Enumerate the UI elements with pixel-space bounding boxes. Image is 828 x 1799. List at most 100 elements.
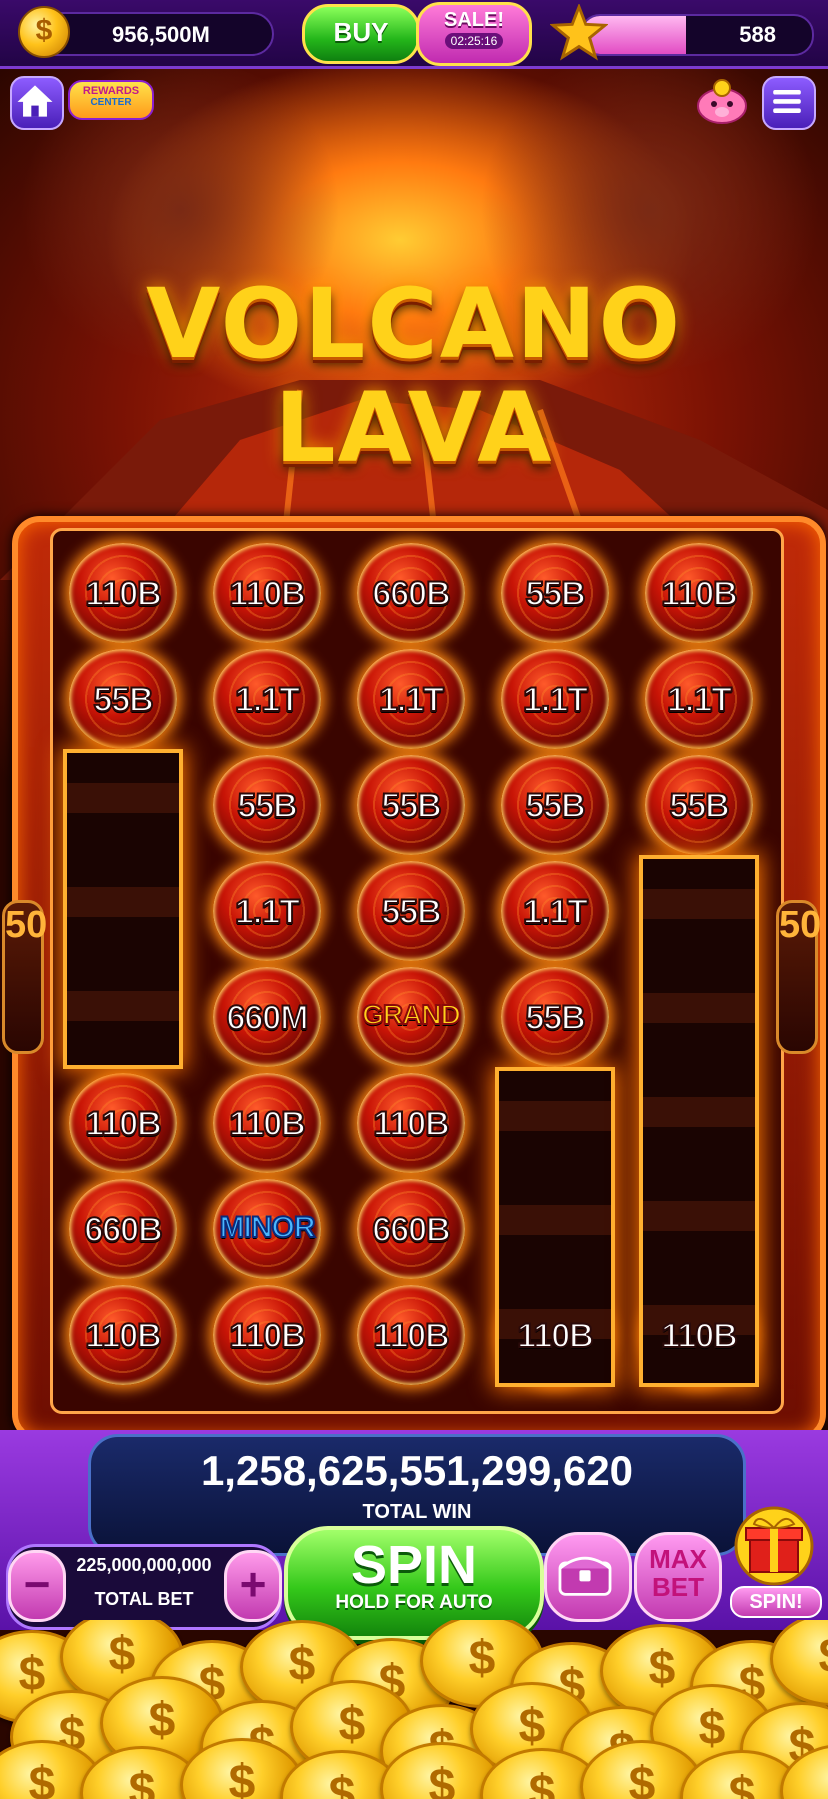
symbol-value: 55B <box>524 786 586 826</box>
reel-symbol: 1.1T <box>349 647 473 751</box>
gift-spin-button[interactable]: SPIN! <box>728 1506 822 1618</box>
reel-symbol: 110B <box>349 1283 473 1387</box>
gift-icon <box>734 1506 814 1586</box>
max-bet-line1: MAX <box>649 1544 707 1574</box>
symbol-value: 110B <box>228 1316 306 1356</box>
symbol-value: 110B <box>84 1316 162 1356</box>
coin-icon: $ <box>18 6 70 58</box>
gold-coin-pile: $$$$$$$$$$$$$$$$$$$$$$$$$$$$ <box>0 1620 828 1799</box>
balance-value: 956,500M <box>112 22 210 47</box>
max-bet-line2: BET <box>652 1572 704 1602</box>
reel-symbol: 1.1T <box>205 647 329 751</box>
reel-symbol: 55B <box>349 859 473 963</box>
star-icon <box>550 4 608 61</box>
total-bet-value: 225,000,000,000 <box>76 1555 212 1575</box>
menu-button[interactable] <box>762 76 816 130</box>
spin-sublabel: HOLD FOR AUTO <box>335 1592 493 1613</box>
home-button[interactable] <box>10 76 64 130</box>
symbol-value: 110B <box>372 1104 450 1144</box>
total-win-value: 1,258,625,551,299,620 <box>200 1447 634 1494</box>
reel-symbol: 55B <box>493 541 617 645</box>
right-multiplier-value: 50 <box>779 904 822 946</box>
game-title-line2: LAVA <box>274 372 554 484</box>
sale-button[interactable]: SALE! 02:25:16 <box>416 2 532 66</box>
reel-symbol: 1.1T <box>205 859 329 963</box>
symbol-value: 110B <box>660 1316 738 1356</box>
reel-symbol: 660B <box>61 1177 185 1281</box>
decrease-bet-button[interactable]: − <box>8 1550 66 1622</box>
symbol-value: 1.1T <box>378 680 445 720</box>
reel-symbol: 110B <box>349 1071 473 1175</box>
chest-button[interactable] <box>544 1532 632 1622</box>
reel-symbol: 1.1T <box>637 647 761 751</box>
symbol-value: 55B <box>380 786 442 826</box>
spinning-reel-block <box>643 859 755 1383</box>
symbol-value: 660M <box>225 998 309 1038</box>
left-multiplier-value: 50 <box>5 904 48 946</box>
reel-symbol: 660B <box>349 541 473 645</box>
piggy-bank-button[interactable] <box>692 74 752 128</box>
reel-symbol: 110B <box>205 1283 329 1387</box>
reel-symbol: 110B <box>637 541 761 645</box>
symbol-value: 55B <box>668 786 730 826</box>
symbol-value: 1.1T <box>234 892 301 932</box>
reel-symbol: 55B <box>637 753 761 857</box>
symbol-value: 55B <box>92 680 154 720</box>
reel-symbol: 660B <box>349 1177 473 1281</box>
buy-button[interactable]: BUY <box>302 4 420 64</box>
symbol-value: 1.1T <box>234 680 301 720</box>
total-win-label: TOTAL WIN <box>362 1501 472 1523</box>
symbol-value: MINOR <box>219 1210 317 1245</box>
reel-symbol: 55B <box>61 647 185 751</box>
symbol-value: 1.1T <box>666 680 733 720</box>
spin-label: SPIN <box>350 1535 478 1595</box>
symbol-value: 110B <box>660 574 738 614</box>
max-bet-button[interactable]: MAX BET <box>634 1532 722 1622</box>
reel-symbol: 55B <box>493 753 617 857</box>
piggy-bank-icon <box>697 79 747 124</box>
level-value: 588 <box>739 22 776 47</box>
reel-symbol: 110B <box>205 541 329 645</box>
symbol-value: 110B <box>84 1104 162 1144</box>
symbol-value: 110B <box>372 1316 450 1356</box>
sale-timer: 02:25:16 <box>444 33 504 49</box>
symbol-value: 1.1T <box>522 892 589 932</box>
level-progress-bar: 588 <box>580 14 814 56</box>
left-multiplier: 50 <box>2 900 48 1054</box>
reel-grid: 110B 55B 110B 660B 110B 110B 1.1T 55B 1.1T 660M 11… <box>50 528 784 1414</box>
symbol-value: 55B <box>236 786 298 826</box>
reel-symbol: 55B <box>205 753 329 857</box>
rewards-center-label: CENTER <box>90 97 132 108</box>
gift-spin-label: SPIN! <box>730 1586 822 1618</box>
symbol-value: 110B <box>228 574 306 614</box>
symbol-value: 55B <box>524 998 586 1038</box>
spinning-reel-block <box>67 753 179 1065</box>
symbol-value: 110B <box>228 1104 306 1144</box>
total-bet-label: TOTAL BET <box>94 1589 194 1609</box>
home-icon <box>17 85 53 117</box>
reel-symbol: 110B <box>61 1071 185 1175</box>
symbol-value: 55B <box>380 892 442 932</box>
reel-symbol: 660M <box>205 965 329 1069</box>
symbol-value: 55B <box>524 574 586 614</box>
reel-symbol: MINOR <box>205 1177 329 1281</box>
reel-symbol: GRAND <box>349 965 473 1069</box>
menu-icon <box>773 89 801 113</box>
right-multiplier: 50 <box>776 900 822 1054</box>
reel-symbol: 110B <box>61 1283 185 1387</box>
reel-symbol: 55B <box>493 965 617 1069</box>
symbol-value: 660B <box>83 1210 163 1250</box>
game-title-line1: VOLCANO <box>145 268 683 380</box>
rewards-label: REWARDS <box>82 85 140 97</box>
rewards-center-button[interactable]: REWARDS CENTER <box>68 80 154 120</box>
symbol-value: 1.1T <box>522 680 589 720</box>
reel-symbol: 55B <box>349 753 473 857</box>
symbol-value: GRAND <box>361 998 462 1031</box>
symbol-value: 110B <box>84 574 162 614</box>
reel-symbol: 1.1T <box>493 647 617 751</box>
symbol-value: 660B <box>371 574 451 614</box>
reel-symbol: 110B <box>61 541 185 645</box>
increase-bet-button[interactable]: + <box>224 1550 282 1622</box>
reel-symbol: 1.1T <box>493 859 617 963</box>
chest-icon <box>558 1556 612 1596</box>
